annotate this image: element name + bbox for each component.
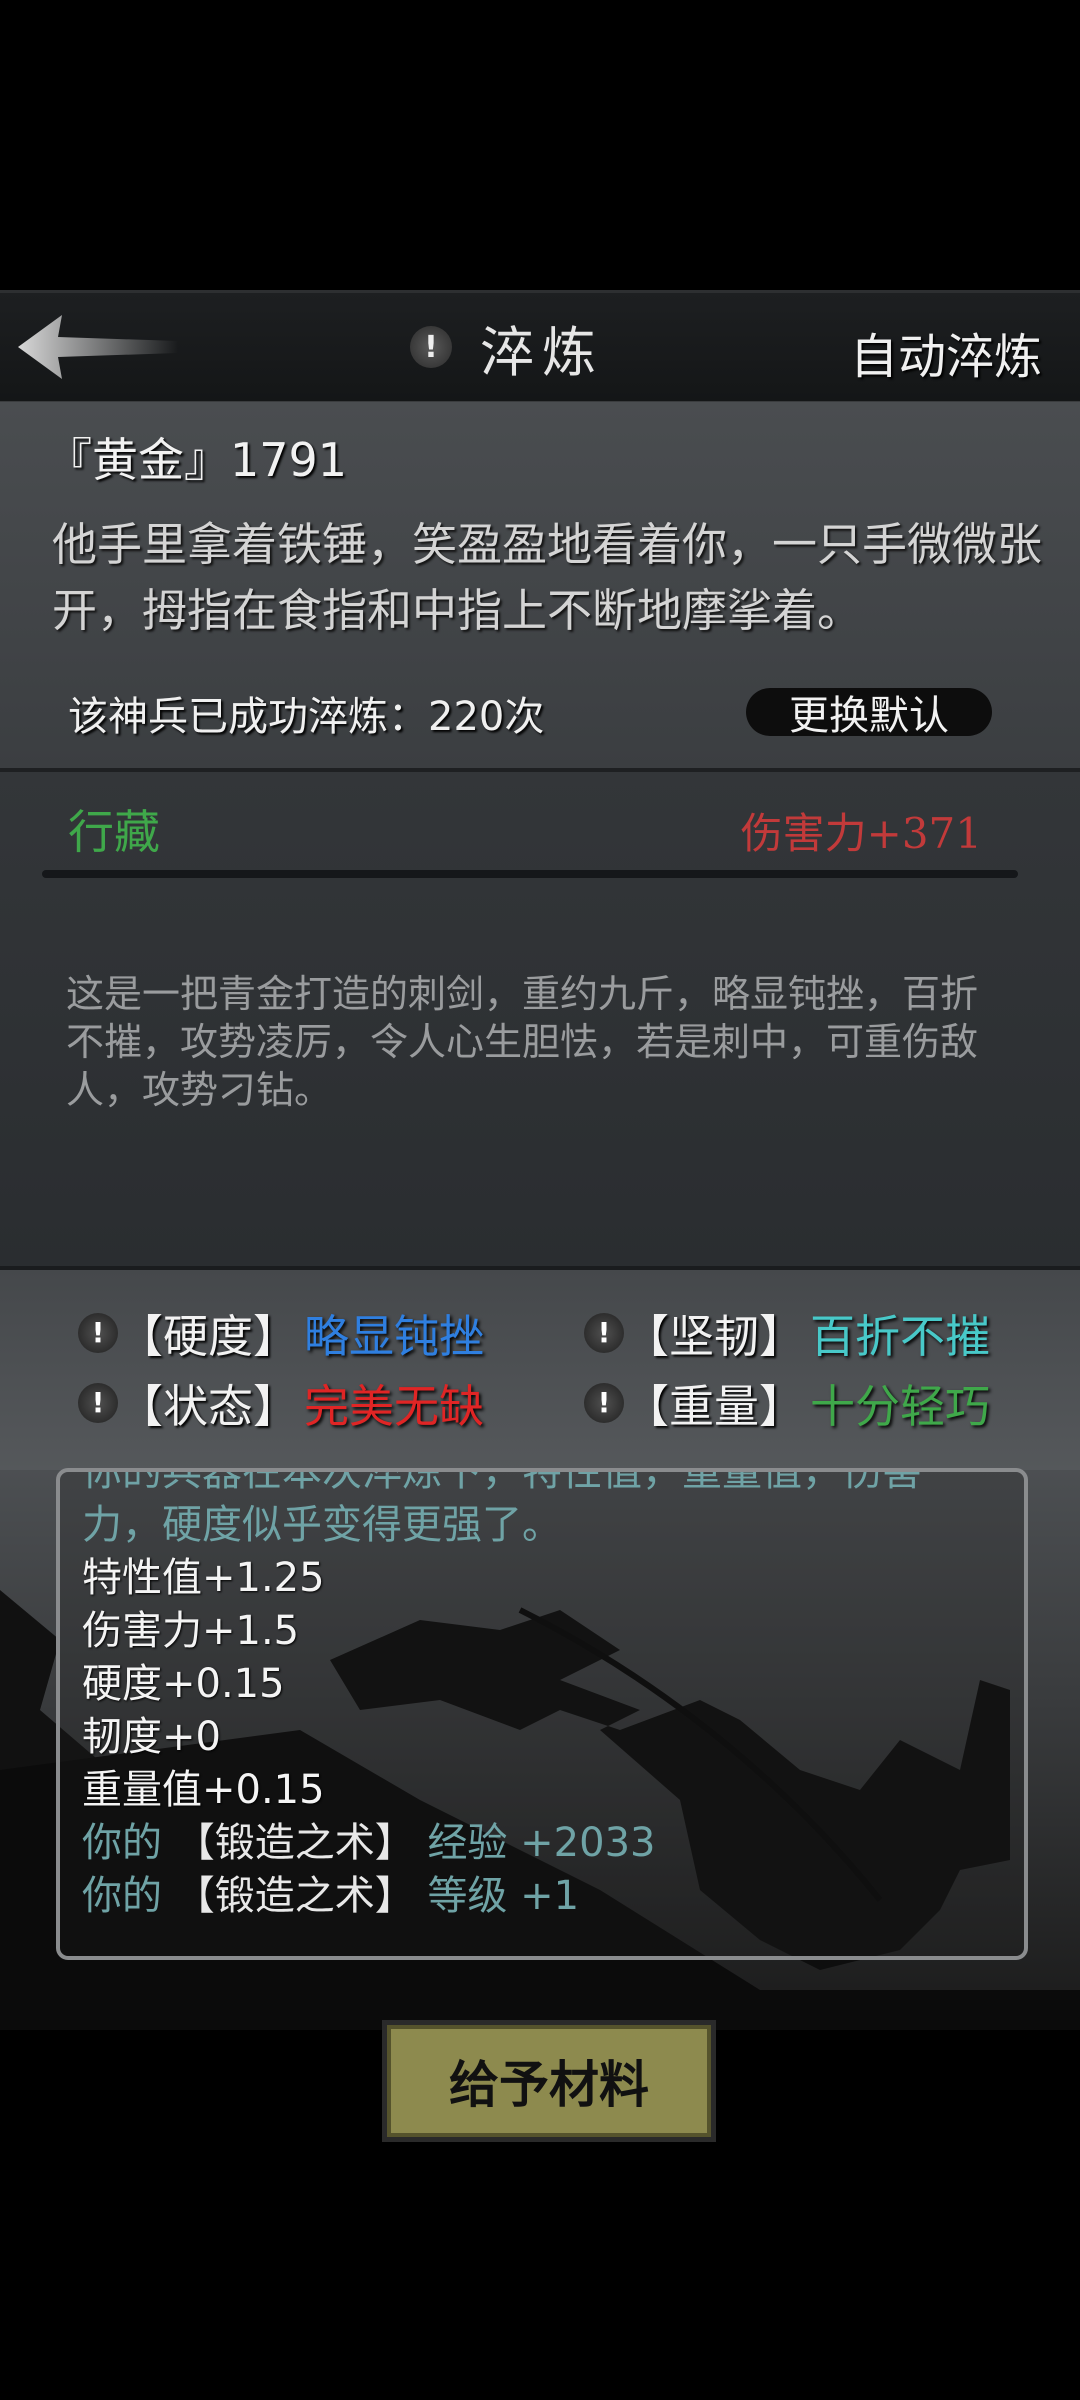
npc-description: 他手里拿着铁锤，笑盈盈地看着你，一只手微微张开，拇指在食指和中指上不断地摩挲着。: [52, 518, 1043, 637]
divider: [42, 870, 1018, 878]
reset-default-button[interactable]: 更换默认: [746, 688, 992, 739]
stat-label: 【状态】: [118, 1380, 299, 1433]
title-group: ! 淬炼: [410, 307, 604, 387]
weapon-name: 『黄金』1791: [46, 433, 348, 487]
log-line: 重量值+0.15: [82, 1767, 325, 1813]
stat-label: 【坚韧】: [624, 1310, 805, 1363]
stat-weight: ! 【重量】 十分轻巧: [584, 1370, 990, 1435]
weapon-kind: 行藏: [68, 805, 160, 859]
log-line: 你的 【锻造之术】 等级 +1: [82, 1870, 1002, 1923]
info-icon[interactable]: !: [78, 1382, 118, 1423]
skill-name: 【锻造之术】: [174, 1820, 415, 1866]
stat-label: 【硬度】: [118, 1310, 299, 1363]
give-materials-button[interactable]: 给予材料: [382, 2020, 716, 2142]
auto-refine-button[interactable]: 自动淬炼: [850, 317, 1042, 387]
weapon-info-section: 『黄金』1791 他手里拿着铁锤，笑盈盈地看着你，一只手微微张开，拇指在食指和中…: [0, 402, 1080, 772]
log-text: 经验 +2033: [427, 1820, 656, 1866]
stats-panel: ! 【硬度】 略显钝挫 ! 【坚韧】 百折不摧 ! 【状态】 完美无缺 ! 【重…: [0, 1270, 1080, 1470]
stat-value: 完美无缺: [304, 1380, 485, 1433]
log-text: 你的: [82, 1820, 162, 1866]
log-line: 伤害力+1.5: [82, 1608, 300, 1654]
log-text: 等级 +1: [427, 1873, 580, 1919]
stat-value: 百折不摧: [810, 1310, 991, 1363]
log-line: 特性值+1.25: [82, 1555, 325, 1601]
page-title: 淬炼: [480, 320, 604, 384]
weapon-damage: 伤害力+371: [740, 809, 982, 858]
stat-value: 略显钝挫: [304, 1310, 485, 1363]
log-line: 你的 【锻造之术】 经验 +2033: [82, 1817, 1002, 1870]
log-line: 你的兵器在本次淬炼下，特性值，重量值，伤害: [82, 1468, 922, 1495]
log-text: 你的: [82, 1873, 162, 1919]
weapon-panel: 行藏 伤害力+371 这是一把青金打造的刺剑，重约九斤，略显钝挫，百折不摧，攻势…: [0, 772, 1080, 1270]
log-line: 力，硬度似乎变得更强了。: [82, 1502, 562, 1548]
log-line: 韧度+0: [82, 1714, 221, 1760]
skill-name: 【锻造之术】: [174, 1873, 415, 1919]
stat-hardness: ! 【硬度】 略显钝挫: [78, 1300, 484, 1365]
top-bar: ! 淬炼 自动淬炼: [0, 290, 1080, 405]
stat-condition: ! 【状态】 完美无缺: [78, 1370, 484, 1435]
refine-count: 该神兵已成功淬炼：220次: [68, 694, 545, 740]
back-arrow-icon[interactable]: [18, 315, 178, 379]
info-icon[interactable]: !: [78, 1312, 118, 1353]
log-line: 硬度+0.15: [82, 1661, 285, 1707]
info-icon[interactable]: !: [584, 1382, 624, 1423]
info-icon[interactable]: !: [584, 1312, 624, 1353]
stat-label: 【重量】: [624, 1380, 805, 1433]
info-icon[interactable]: !: [410, 326, 452, 368]
weapon-lore: 这是一把青金打造的刺剑，重约九斤，略显钝挫，百折不摧，攻势凌厉，令人心生胆怯，若…: [66, 972, 979, 1112]
screen: ! 淬炼 自动淬炼 『黄金』1791 他手里拿着铁锤，笑盈盈地看着你，一只手微微…: [0, 0, 1080, 2400]
stat-toughness: ! 【坚韧】 百折不摧: [584, 1300, 990, 1365]
stat-value: 十分轻巧: [810, 1380, 991, 1433]
refine-log[interactable]: 你的兵器在本次淬炼下，特性值，重量值，伤害 力，硬度似乎变得更强了。 特性值+1…: [56, 1468, 1028, 1960]
